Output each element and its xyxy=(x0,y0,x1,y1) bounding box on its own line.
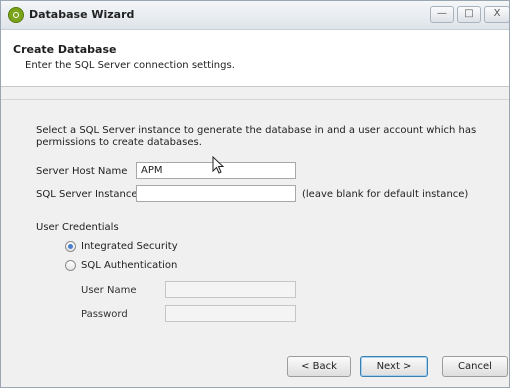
back-button-label: < Back xyxy=(301,361,337,372)
integrated-security-label[interactable]: Integrated Security xyxy=(81,241,178,252)
next-button[interactable]: Next > xyxy=(360,356,428,377)
minimize-icon: — xyxy=(437,8,447,19)
sql-authentication-radio[interactable] xyxy=(65,260,76,271)
sql-authentication-label[interactable]: SQL Authentication xyxy=(81,260,177,271)
page-title: Create Database xyxy=(13,43,117,56)
password-input[interactable] xyxy=(165,305,296,322)
user-name-label: User Name xyxy=(81,285,137,296)
sql-instance-input[interactable] xyxy=(136,185,296,202)
minimize-button[interactable]: — xyxy=(430,6,454,23)
sql-instance-label: SQL Server Instance xyxy=(36,189,138,200)
sql-instance-hint: (leave blank for default instance) xyxy=(302,189,469,200)
window-title: Database Wizard xyxy=(29,8,135,21)
page-subtitle: Enter the SQL Server connection settings… xyxy=(25,60,235,71)
password-label: Password xyxy=(81,309,128,320)
back-button[interactable]: < Back xyxy=(287,356,351,377)
user-name-input[interactable] xyxy=(165,281,296,298)
maximize-icon: □ xyxy=(464,8,474,19)
app-icon xyxy=(8,7,24,23)
wizard-window: Database Wizard — □ X Create Database En… xyxy=(0,0,510,388)
server-host-label: Server Host Name xyxy=(36,166,128,177)
next-button-label: Next > xyxy=(376,361,412,372)
close-button[interactable]: X xyxy=(484,6,509,23)
integrated-security-radio[interactable] xyxy=(65,241,76,252)
mouse-cursor-icon xyxy=(212,156,225,174)
instructions-text: Select a SQL Server instance to generate… xyxy=(36,125,477,148)
wizard-header: Create Database Enter the SQL Server con… xyxy=(1,30,509,87)
cancel-button[interactable]: Cancel xyxy=(442,356,508,377)
credentials-heading: User Credentials xyxy=(36,222,119,233)
close-icon: X xyxy=(493,8,501,19)
header-divider xyxy=(1,99,509,100)
cancel-button-label: Cancel xyxy=(458,361,492,372)
maximize-button[interactable]: □ xyxy=(457,6,481,23)
title-bar[interactable]: Database Wizard — □ X xyxy=(1,1,509,30)
